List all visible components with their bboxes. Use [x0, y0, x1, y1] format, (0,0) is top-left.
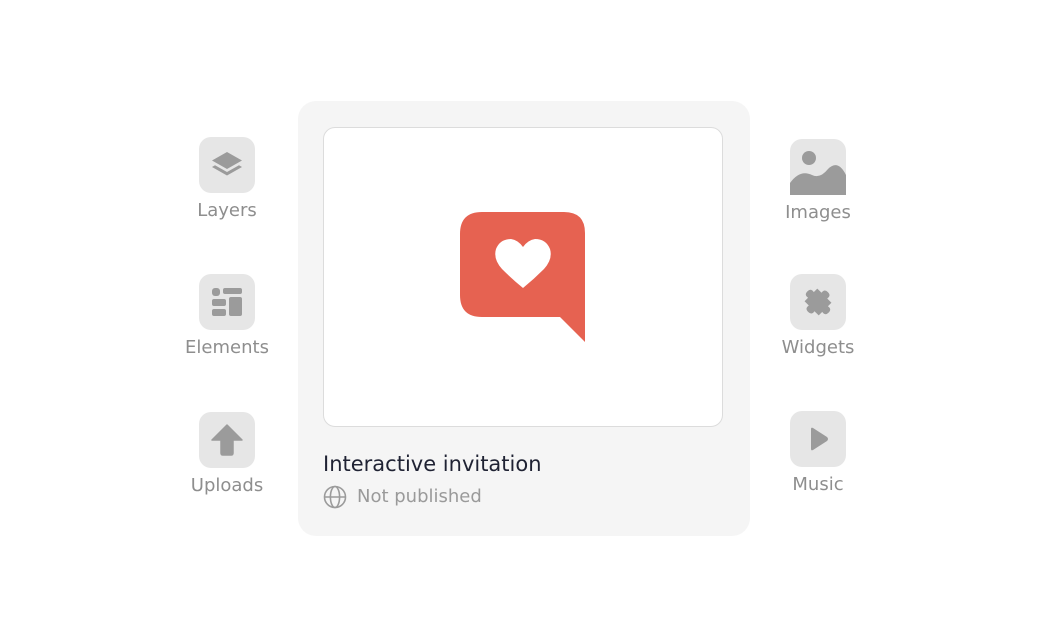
layers-icon	[212, 152, 242, 176]
music-label: Music	[792, 474, 844, 495]
project-title[interactable]: Interactive invitation	[323, 451, 542, 477]
images-tile[interactable]	[790, 139, 846, 195]
layers-tile[interactable]	[199, 137, 255, 193]
elements-label: Elements	[185, 337, 269, 358]
widgets-label: Widgets	[781, 337, 855, 358]
elements-tile[interactable]	[199, 274, 255, 330]
music-button[interactable]: Music	[763, 411, 873, 496]
uploads-tile[interactable]	[199, 412, 255, 468]
layers-button[interactable]: Layers	[172, 137, 282, 222]
images-button[interactable]: Images	[763, 139, 873, 224]
publish-status-text: Not published	[357, 486, 482, 507]
elements-button[interactable]: Elements	[172, 274, 282, 359]
globe-icon	[323, 485, 347, 509]
heart-speech-bubble-icon	[460, 212, 585, 342]
widgets-button[interactable]: Widgets	[763, 274, 873, 359]
images-label: Images	[785, 202, 851, 223]
upload-arrow-icon	[211, 424, 243, 456]
image-icon	[790, 151, 846, 195]
project-preview[interactable]	[323, 127, 723, 427]
elements-icon	[212, 288, 242, 316]
uploads-label: Uploads	[190, 475, 264, 496]
puzzle-icon	[804, 288, 832, 316]
publish-status: Not published	[323, 485, 482, 509]
play-icon	[811, 427, 828, 451]
uploads-button[interactable]: Uploads	[172, 412, 282, 497]
layers-label: Layers	[197, 200, 257, 221]
music-tile[interactable]	[790, 411, 846, 467]
canvas: Layers Elements Uploads Images Widgets M…	[0, 0, 1050, 630]
widgets-tile[interactable]	[790, 274, 846, 330]
project-card[interactable]: Interactive invitation Not published	[298, 101, 750, 536]
